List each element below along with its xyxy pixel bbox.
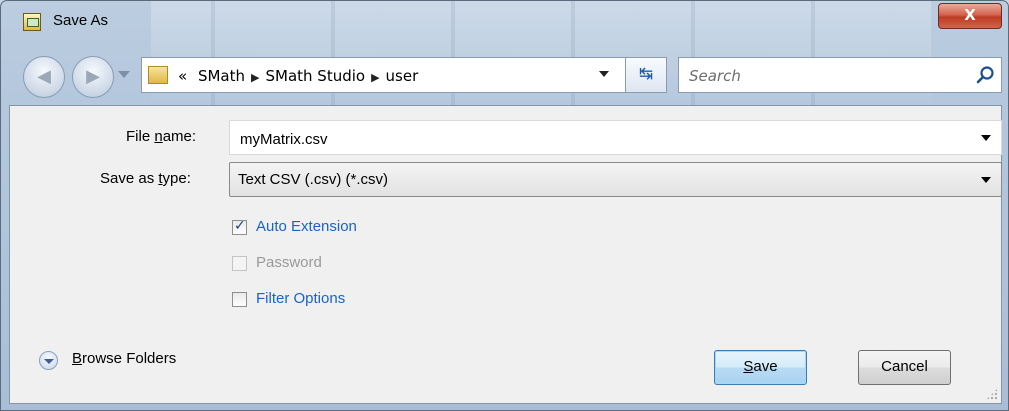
save-as-type-label: Save as type: bbox=[100, 170, 191, 187]
back-icon: ◀ bbox=[37, 66, 51, 87]
dialog-body: File name: Save as type: Text CSV (.csv)… bbox=[9, 105, 1002, 404]
forward-icon: ▶ bbox=[86, 66, 100, 87]
filename-dropdown-icon[interactable] bbox=[981, 135, 991, 141]
filter-options-label[interactable]: Filter Options bbox=[256, 290, 345, 307]
save-as-type-value: Text CSV (.csv) (*.csv) bbox=[238, 171, 389, 188]
back-button[interactable]: ◀ bbox=[23, 56, 65, 98]
folder-icon bbox=[148, 66, 168, 84]
save-as-type-select[interactable]: Text CSV (.csv) (*.csv) bbox=[229, 162, 1002, 197]
search-input[interactable] bbox=[687, 64, 961, 88]
filter-options-checkbox[interactable] bbox=[232, 292, 247, 307]
title-bar[interactable]: Save As X bbox=[1, 1, 1008, 41]
close-button[interactable]: X bbox=[938, 3, 1002, 29]
resize-grip-icon[interactable] bbox=[986, 388, 998, 400]
window-title: Save As bbox=[53, 12, 109, 29]
breadcrumb-item-smath[interactable]: SMath bbox=[198, 67, 245, 85]
search-box[interactable] bbox=[678, 57, 1002, 93]
browse-expand-icon[interactable] bbox=[39, 351, 58, 370]
save-button[interactable]: Save bbox=[714, 350, 807, 385]
recent-locations-dropdown[interactable] bbox=[118, 71, 130, 78]
forward-button[interactable]: ▶ bbox=[72, 56, 114, 98]
save-as-dialog: Save As X ◀ ▶ « SMath ▶ SMath Studio ▶ user … bbox=[0, 0, 1009, 411]
cancel-button[interactable]: Cancel bbox=[858, 350, 951, 385]
save-as-type-dropdown-icon[interactable] bbox=[981, 177, 991, 183]
breadcrumb-separator-icon[interactable]: ▶ bbox=[251, 71, 259, 84]
refresh-icon: ↹ bbox=[638, 64, 654, 84]
search-icon[interactable] bbox=[975, 64, 997, 86]
auto-extension-label[interactable]: Auto Extension bbox=[256, 218, 357, 235]
filename-label: File name: bbox=[126, 128, 197, 145]
breadcrumb-item-smath-studio[interactable]: SMath Studio bbox=[265, 67, 365, 85]
breadcrumb-item-user[interactable]: user bbox=[386, 67, 419, 85]
address-dropdown-icon[interactable] bbox=[599, 71, 609, 77]
password-checkbox bbox=[232, 256, 247, 271]
filename-input[interactable] bbox=[238, 127, 962, 151]
browse-folders-label[interactable]: Browse Folders bbox=[72, 350, 176, 367]
breadcrumb-overflow[interactable]: « bbox=[178, 67, 187, 85]
dialog-icon bbox=[23, 13, 41, 31]
breadcrumb-separator-icon[interactable]: ▶ bbox=[371, 71, 379, 84]
password-label: Password bbox=[256, 254, 322, 271]
filename-combobox[interactable] bbox=[229, 120, 1002, 155]
auto-extension-checkbox[interactable] bbox=[232, 218, 247, 235]
address-bar[interactable]: « SMath ▶ SMath Studio ▶ user bbox=[141, 57, 627, 93]
refresh-button[interactable]: ↹ bbox=[625, 57, 667, 93]
breadcrumb: « SMath ▶ SMath Studio ▶ user bbox=[178, 67, 418, 85]
